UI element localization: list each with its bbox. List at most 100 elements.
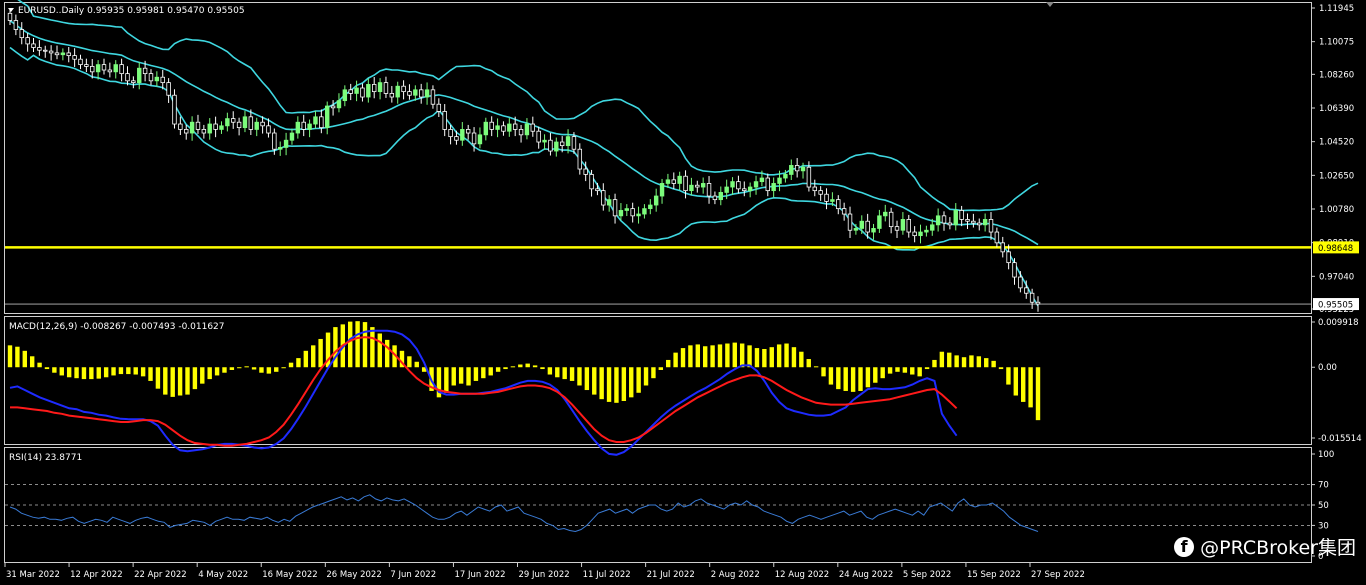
- macd-histogram-bar: [688, 345, 693, 368]
- candle-body: [712, 195, 718, 201]
- candle-body: [771, 183, 776, 192]
- macd-histogram-bar: [237, 367, 242, 369]
- candle-body: [13, 20, 19, 30]
- candle-body: [178, 123, 183, 130]
- candle-body: [959, 210, 964, 220]
- candle-body: [548, 139, 553, 152]
- macd-histogram-bar: [932, 359, 937, 368]
- candle-body: [260, 121, 265, 127]
- x-tick-label: 26 May 2022: [326, 570, 381, 580]
- collapse-triangle-icon[interactable]: [8, 8, 14, 12]
- macd-histogram-bar: [739, 343, 745, 368]
- candle-body: [653, 195, 659, 206]
- candle-body: [66, 52, 71, 57]
- macd-histogram-bar: [954, 355, 959, 368]
- candle-body: [812, 186, 817, 192]
- candle-body: [689, 184, 694, 192]
- candle-body: [742, 188, 747, 192]
- x-tick-label: 21 Jul 2022: [647, 570, 695, 580]
- price-tick-label: 1.00780: [1319, 205, 1354, 215]
- candle-body: [988, 219, 994, 233]
- candle-body: [841, 208, 847, 215]
- candle-body: [295, 121, 301, 134]
- macd-panel: [7, 321, 1041, 456]
- candle-body: [201, 129, 207, 134]
- candle-body: [953, 210, 958, 226]
- macd-histogram-bar: [813, 366, 819, 368]
- candle-body: [371, 84, 377, 93]
- macd-histogram-bar: [362, 322, 368, 368]
- macd-histogram-bar: [274, 367, 279, 372]
- macd-histogram-bar: [118, 367, 124, 375]
- candle-body: [507, 123, 512, 132]
- candle-body: [971, 220, 976, 224]
- macd-histogram-bar: [821, 367, 826, 377]
- macd-histogram-bar: [658, 367, 664, 370]
- rsi-tick-label: 70: [1318, 481, 1329, 491]
- candle-body: [559, 141, 565, 147]
- candle-body: [830, 199, 835, 202]
- candle-body: [342, 89, 348, 102]
- candle-body: [806, 166, 812, 188]
- scroll-marker-icon[interactable]: [1046, 2, 1054, 7]
- candle-body: [759, 177, 765, 183]
- candle-body: [918, 231, 923, 237]
- macd-histogram-bar: [754, 348, 760, 368]
- candle-body: [994, 231, 1000, 244]
- macd-histogram-bar: [1006, 367, 1011, 385]
- macd-histogram-bar: [503, 367, 508, 370]
- macd-histogram-bar: [621, 367, 627, 401]
- candle-body: [460, 129, 465, 141]
- macd-histogram-bar: [444, 367, 449, 393]
- candle-body: [718, 192, 723, 201]
- macd-histogram-bar: [22, 350, 27, 368]
- price-tick-label: 1.10075: [1319, 38, 1354, 48]
- candle-body: [354, 87, 359, 94]
- macd-histogram-bar: [924, 367, 930, 370]
- candle-body: [924, 229, 929, 233]
- candle-body: [366, 84, 371, 98]
- candle-body: [148, 73, 154, 82]
- candle-body: [977, 222, 982, 226]
- candle-body: [630, 208, 635, 217]
- macd-histogram-bar: [466, 367, 471, 386]
- macd-histogram-bar: [843, 367, 848, 391]
- watermark-text: @PRCBroker集团: [1200, 537, 1356, 559]
- macd-signal-line: [10, 336, 958, 447]
- macd-histogram-bar: [495, 367, 501, 372]
- candle-body: [60, 52, 66, 56]
- macd-histogram-bar: [126, 367, 131, 375]
- candle-body: [313, 116, 318, 125]
- macd-histogram-bar: [155, 367, 161, 389]
- macd-histogram-bar: [584, 367, 590, 391]
- candle-body: [747, 186, 753, 192]
- price-tick-label: 1.11945: [1319, 4, 1354, 14]
- bollinger-upper-line: [17, 0, 1039, 212]
- candle-body: [360, 87, 365, 98]
- candle-body: [618, 210, 624, 217]
- price-tick-label: 1.08260: [1319, 70, 1354, 80]
- candle-body: [659, 183, 665, 197]
- macd-histogram-bar: [414, 361, 419, 368]
- macd-histogram-bar: [850, 367, 856, 392]
- candle-body: [648, 204, 653, 210]
- macd-histogram-bar: [769, 347, 774, 368]
- macd-histogram-bar: [288, 362, 294, 368]
- candle-body: [947, 222, 953, 226]
- candle-body: [113, 64, 118, 73]
- candle-body: [254, 121, 259, 130]
- macd-histogram-bar: [717, 344, 723, 368]
- x-tick-label: 24 Aug 2022: [839, 570, 893, 580]
- macd-histogram-bar: [148, 367, 153, 381]
- macd-histogram-bar: [799, 351, 804, 368]
- macd-histogram-bar: [747, 345, 752, 368]
- x-tick-label: 15 Sep 2022: [967, 570, 1021, 580]
- candle-body: [266, 125, 271, 134]
- candle-body: [565, 136, 571, 147]
- candle-body: [1024, 287, 1029, 294]
- macd-histogram-bar: [7, 345, 13, 368]
- candle-body: [471, 132, 477, 145]
- candle-body: [78, 58, 83, 66]
- macd-histogram-bar: [680, 348, 686, 368]
- candle-body: [636, 213, 641, 217]
